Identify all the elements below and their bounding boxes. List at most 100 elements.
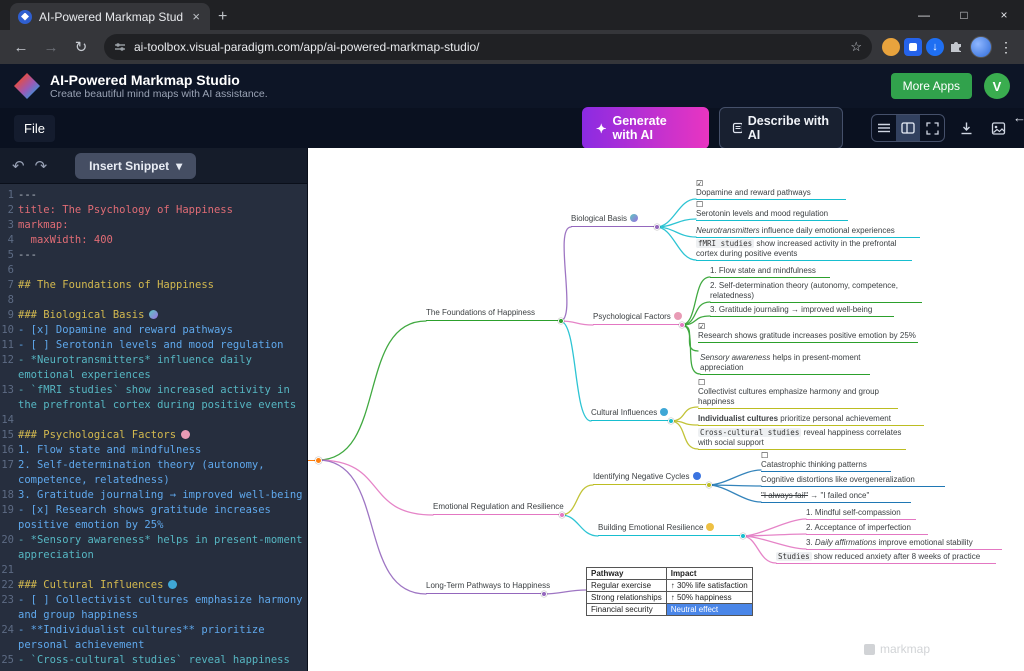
- editor-line[interactable]: - *Sensory awareness* helps in present-m…: [18, 533, 307, 563]
- table-header: Pathway: [587, 568, 667, 580]
- markmap-watermark: markmap: [864, 642, 930, 656]
- editor-toolbar: ↶ ↷ Insert Snippet ▾: [0, 148, 307, 184]
- close-button[interactable]: ×: [984, 8, 1024, 22]
- extension-icon[interactable]: [904, 38, 922, 56]
- node-circle[interactable]: [558, 318, 564, 324]
- map-link: [708, 470, 761, 485]
- editor-line[interactable]: maxWidth: 400: [18, 233, 307, 248]
- editor-line[interactable]: - *Neurotransmitters* influence daily em…: [18, 353, 307, 383]
- generate-with-ai-button[interactable]: ✦ Generate with AI: [582, 107, 709, 149]
- forward-icon[interactable]: →: [38, 39, 64, 56]
- node-circle[interactable]: [541, 591, 547, 597]
- profile-avatar[interactable]: [970, 36, 992, 58]
- url-text[interactable]: ai-toolbox.visual-paradigm.com/app/ai-po…: [134, 40, 842, 54]
- map-link: [543, 590, 586, 594]
- map-node-identifying[interactable]: Identifying Negative Cycles: [593, 472, 708, 485]
- editor-line[interactable]: 2. Self-determination theory (autonomy, …: [18, 458, 307, 488]
- bookmark-star-icon[interactable]: ☆: [850, 39, 862, 55]
- editor-line[interactable]: - **Individualist cultures** prioritize …: [18, 623, 307, 653]
- new-tab-button[interactable]: +: [218, 8, 227, 26]
- code-editor[interactable]: 1--- 2title: The Psychology of Happiness…: [0, 184, 307, 671]
- editor-line[interactable]: 3. Gratitude journaling → improved well-…: [18, 488, 307, 503]
- editor-line[interactable]: [18, 263, 307, 278]
- editor-line[interactable]: markmap:: [18, 218, 307, 233]
- redo-icon[interactable]: ↷: [35, 157, 48, 175]
- node-circle[interactable]: [706, 482, 712, 488]
- checkbox-unchecked-icon: [696, 200, 848, 209]
- file-menu-button[interactable]: File: [14, 115, 55, 142]
- maximize-button[interactable]: □: [944, 8, 984, 22]
- more-apps-button[interactable]: More Apps: [891, 73, 972, 99]
- node-circle[interactable]: [679, 322, 685, 328]
- node-circle[interactable]: [740, 533, 746, 539]
- browser-tab[interactable]: AI-Powered Markmap Studio ×: [10, 3, 210, 30]
- mindmap-canvas[interactable]: The Foundations of Happiness Emotional R…: [308, 148, 1024, 671]
- editor-line[interactable]: ### Psychological Factors: [18, 428, 307, 443]
- editor-line[interactable]: - [x] Dopamine and reward pathways: [18, 323, 307, 338]
- editor-line[interactable]: 1. Flow state and mindfulness: [18, 443, 307, 458]
- reload-icon[interactable]: ↻: [68, 38, 94, 56]
- browser-menu-icon[interactable]: ⋮: [996, 39, 1016, 56]
- map-leaf: 2. Self-determination theory (autonomy, …: [710, 281, 922, 303]
- editor-line[interactable]: [18, 293, 307, 308]
- extensions-puzzle-icon[interactable]: [948, 38, 966, 56]
- editor-line[interactable]: - `fMRI studies` show increased activity…: [18, 383, 307, 413]
- download-button[interactable]: [955, 115, 977, 141]
- map-link: [318, 460, 433, 515]
- extension-icon[interactable]: ↓: [926, 38, 944, 56]
- node-circle[interactable]: [559, 512, 565, 518]
- editor-line[interactable]: - `Cross-cultural studies` reveal happin…: [18, 653, 307, 668]
- checkbox-unchecked-icon: [698, 378, 898, 387]
- map-link: [318, 321, 426, 460]
- editor-line[interactable]: ---: [18, 188, 307, 203]
- map-node-psychological[interactable]: Psychological Factors: [593, 312, 681, 325]
- muscle-emoji-icon: [706, 523, 714, 531]
- node-circle[interactable]: [668, 418, 674, 424]
- export-image-button[interactable]: [988, 115, 1010, 141]
- editor-line[interactable]: ---: [18, 248, 307, 263]
- editor-line[interactable]: [18, 563, 307, 578]
- map-node-biological[interactable]: Biological Basis: [571, 214, 656, 227]
- extension-icon[interactable]: [882, 38, 900, 56]
- undo-icon[interactable]: ↶: [12, 157, 25, 175]
- editor-line[interactable]: ### Cultural Influences: [18, 578, 307, 593]
- address-bar[interactable]: ai-toolbox.visual-paradigm.com/app/ai-po…: [104, 34, 872, 60]
- collapse-arrow-icon[interactable]: ←: [1013, 110, 1024, 125]
- checkbox-unchecked-icon: [761, 451, 891, 460]
- map-node-cultural[interactable]: Cultural Influences: [591, 408, 670, 421]
- page-subtitle: Create beautiful mind maps with AI assis…: [50, 88, 268, 100]
- insert-snippet-button[interactable]: Insert Snippet ▾: [75, 153, 196, 179]
- minimize-button[interactable]: —: [904, 8, 944, 22]
- editor-only-view-button[interactable]: [872, 115, 896, 141]
- map-node-building[interactable]: Building Emotional Resilience: [598, 523, 742, 536]
- markdown-editor-pane: ↶ ↷ Insert Snippet ▾ 1--- 2title: The Ps…: [0, 148, 308, 671]
- split-view-button[interactable]: [896, 115, 920, 141]
- site-settings-icon[interactable]: [114, 41, 126, 53]
- map-node-longterm[interactable]: Long-Term Pathways to Happiness: [426, 581, 543, 594]
- globe-emoji-icon: [660, 408, 668, 416]
- editor-line[interactable]: ## The Foundations of Happiness: [18, 278, 307, 293]
- map-leaf: Cross-cultural studies reveal happiness …: [698, 428, 906, 450]
- describe-with-ai-button[interactable]: Describe with AI: [719, 107, 844, 149]
- editor-line[interactable]: title: The Psychology of Happiness: [18, 203, 307, 218]
- root-node-circle[interactable]: [315, 457, 322, 464]
- editor-line[interactable]: - [x] Research shows gratitude increases…: [18, 503, 307, 533]
- user-avatar[interactable]: V: [984, 73, 1010, 99]
- map-node-foundations[interactable]: The Foundations of Happiness: [426, 308, 560, 321]
- map-node-emotional[interactable]: Emotional Regulation and Resilience: [433, 502, 561, 515]
- editor-line[interactable]: - [ ] Collectivist cultures emphasize ha…: [18, 593, 307, 623]
- map-link: [742, 536, 806, 549]
- fullscreen-view-button[interactable]: [920, 115, 944, 141]
- back-icon[interactable]: ←: [8, 39, 34, 56]
- tab-close-icon[interactable]: ×: [190, 9, 202, 24]
- node-circle[interactable]: [654, 224, 660, 230]
- editor-line[interactable]: ### Biological Basis: [18, 308, 307, 323]
- map-leaf: Serotonin levels and mood regulation: [696, 200, 848, 221]
- editor-line[interactable]: [18, 413, 307, 428]
- dna-emoji-icon: [149, 310, 158, 319]
- editor-line[interactable]: - [ ] Serotonin levels and mood regulati…: [18, 338, 307, 353]
- markmap-logo-icon: [864, 644, 875, 655]
- map-leaf: 1. Mindful self-compassion: [806, 508, 916, 520]
- brain-emoji-icon: [181, 430, 190, 439]
- checkbox-checked-icon: [698, 322, 918, 331]
